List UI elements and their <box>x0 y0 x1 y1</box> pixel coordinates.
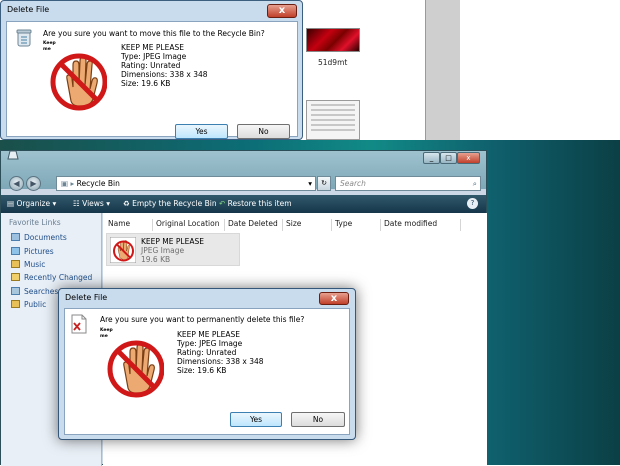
recycle-bin-small-icon: ▣ ▸ <box>61 179 77 188</box>
yes-button[interactable]: Yes <box>230 412 282 427</box>
no-button[interactable]: No <box>237 124 290 139</box>
views-icon: ☷ <box>73 199 83 208</box>
maximize-button[interactable]: □ <box>440 152 457 164</box>
dialog-prompt: Are you sure you want to permanently del… <box>100 315 305 324</box>
item-type: JPEG Image <box>141 246 185 255</box>
window-close-button[interactable]: x <box>457 152 480 164</box>
column-name[interactable]: Name <box>105 219 153 231</box>
file-size: Size: 19.6 KB <box>177 366 227 375</box>
no-button[interactable]: No <box>291 412 345 427</box>
file-rating: Rating: Unrated <box>177 348 237 357</box>
file-size: Size: 19.6 KB <box>121 79 171 88</box>
sidebar-item-documents[interactable]: Documents <box>11 233 67 242</box>
organize-menu[interactable]: ▤ Organize ▾ <box>7 199 56 208</box>
list-item[interactable]: KEEP ME PLEASE JPEG Image 19.6 KB <box>106 233 240 266</box>
column-size[interactable]: Size <box>283 219 332 231</box>
documents-icon <box>11 233 20 241</box>
window-controls: _ □ x <box>423 152 480 165</box>
file-name: KEEP ME PLEASE <box>121 43 184 52</box>
back-button[interactable]: ◀ <box>9 176 24 191</box>
refresh-button[interactable]: ↻ <box>317 176 331 191</box>
empty-bin-icon: ♻ <box>123 199 133 208</box>
column-date-deleted[interactable]: Date Deleted <box>225 219 283 231</box>
sidebar-item-public[interactable]: Public <box>11 300 46 309</box>
views-menu[interactable]: ☷ Views ▾ <box>73 199 110 208</box>
column-type[interactable]: Type <box>332 219 381 231</box>
stop-hand-icon <box>107 340 164 398</box>
file-type: Type: JPEG Image <box>121 52 187 61</box>
background-thumbnail-image[interactable] <box>306 28 360 52</box>
sidebar-item-music[interactable]: Music <box>11 260 45 269</box>
yes-button[interactable]: Yes <box>175 124 228 139</box>
address-dropdown-icon[interactable]: ▾ <box>308 177 312 190</box>
help-icon[interactable]: ? <box>467 198 478 209</box>
delete-file-dialog-recycle: Delete File x Are you sure you want to m… <box>0 0 303 140</box>
delete-file-dialog-permanent: Delete File x Are you sure you want to p… <box>58 288 356 440</box>
dialog-body: Are you sure you want to move this file … <box>6 21 298 139</box>
file-dimensions: Dimensions: 338 x 348 <box>177 357 264 366</box>
command-toolbar: ▤ Organize ▾ ☷ Views ▾ ♻ Empty the Recyc… <box>1 195 486 213</box>
file-preview-image: Keep me <box>43 41 110 113</box>
recently-changed-icon <box>11 273 20 281</box>
file-thumbnail-icon <box>110 237 136 263</box>
empty-recycle-bin-button[interactable]: ♻ Empty the Recycle Bin <box>123 199 217 208</box>
file-info: KEEP ME PLEASE Type: JPEG Image Rating: … <box>121 43 208 88</box>
music-icon <box>11 260 20 268</box>
dialog-body: Are you sure you want to permanently del… <box>64 308 350 435</box>
background-thumbnail-document[interactable] <box>306 100 360 140</box>
close-button[interactable]: x <box>319 292 349 305</box>
forward-button[interactable]: ▶ <box>26 176 41 191</box>
window-app-icon <box>7 150 19 160</box>
sidebar-item-searches[interactable]: Searches <box>11 287 58 296</box>
delete-file-icon <box>71 314 87 334</box>
column-original-location[interactable]: Original Location <box>153 219 225 231</box>
recycle-bin-icon <box>16 29 32 47</box>
column-date-modified[interactable]: Date modified <box>381 219 461 231</box>
favorite-links-heading: Favorite Links <box>9 218 61 227</box>
address-text: Recycle Bin <box>76 179 120 188</box>
item-size: 19.6 KB <box>141 255 171 264</box>
stop-hand-icon <box>50 53 107 111</box>
pictures-icon <box>11 247 20 255</box>
searches-icon <box>11 287 20 295</box>
search-icon[interactable]: ⌕ <box>473 177 477 190</box>
sidebar-item-pictures[interactable]: Pictures <box>11 247 54 256</box>
search-input[interactable]: Search ⌕ <box>335 176 481 191</box>
dialog-title: Delete File <box>65 293 108 302</box>
file-name: KEEP ME PLEASE <box>177 330 240 339</box>
minimize-button[interactable]: _ <box>423 152 440 164</box>
sidebar-item-recently-changed[interactable]: Recently Changed <box>11 273 92 282</box>
restore-item-button[interactable]: ↶ Restore this item <box>219 199 292 208</box>
dialog-prompt: Are you sure you want to move this file … <box>43 29 265 38</box>
dialog-title: Delete File <box>7 5 50 14</box>
background-window-frame <box>425 0 460 140</box>
restore-icon: ↶ <box>219 199 228 208</box>
file-type: Type: JPEG Image <box>177 339 243 348</box>
file-dimensions: Dimensions: 338 x 348 <box>121 70 208 79</box>
item-name: KEEP ME PLEASE <box>141 237 204 246</box>
close-button[interactable]: x <box>267 4 297 18</box>
address-bar[interactable]: ▣ ▸ Recycle Bin ▾ <box>56 176 316 191</box>
background-thumbnail-label: 51d9mt <box>318 58 348 67</box>
file-info: KEEP ME PLEASE Type: JPEG Image Rating: … <box>177 330 264 375</box>
file-preview-image: Keep me <box>100 328 167 400</box>
file-rating: Rating: Unrated <box>121 61 181 70</box>
public-icon <box>11 300 20 308</box>
